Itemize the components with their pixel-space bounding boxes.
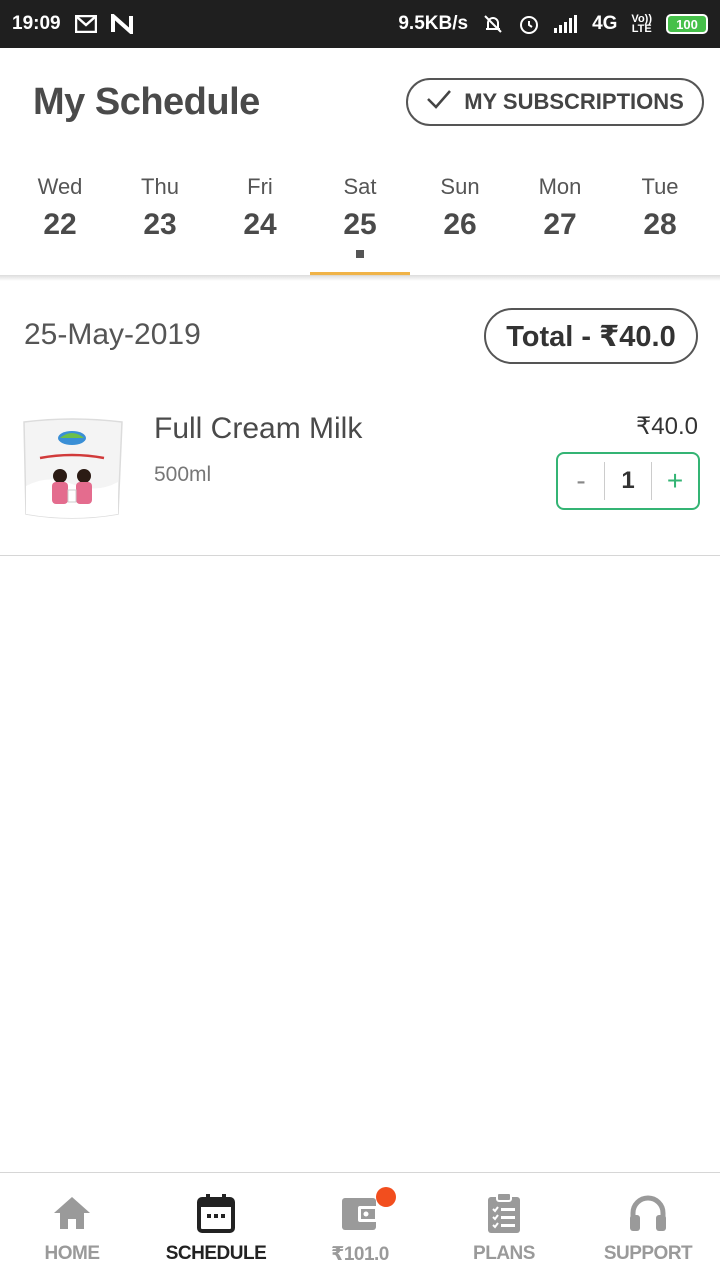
scheduled-indicator-dot (356, 250, 364, 258)
notification-badge (376, 1187, 396, 1207)
n-notification-icon (110, 14, 133, 34)
status-bar: 19:09 9.5KB/s 4G Vo)) LTE 100 (0, 0, 720, 48)
day-tab-weekday: Tue (641, 174, 679, 199)
day-tab-date: 28 (643, 208, 677, 241)
day-tab-weekday: Thu (141, 174, 179, 199)
calendar-icon (194, 1191, 238, 1235)
nav-plans[interactable]: PLANS (432, 1173, 576, 1280)
product-price: ₹40.0 (636, 413, 698, 440)
bottom-navigation: HOME SCHEDULE ₹101.0 PLANS SUPPORT (0, 1172, 720, 1280)
day-tab-tue[interactable]: Tue 28 (610, 158, 710, 276)
nav-schedule[interactable]: SCHEDULE (144, 1173, 288, 1280)
nav-plans-label: PLANS (473, 1243, 535, 1264)
product-row: Full Cream Milk 500ml ₹40.0 - 1 + (0, 390, 720, 556)
day-tab-date: 25 (343, 208, 377, 241)
schedule-date: 25-May-2019 (24, 318, 201, 351)
page-title: My Schedule (33, 81, 260, 123)
network-speed: 9.5KB/s (398, 13, 469, 34)
day-tab-sat[interactable]: Sat 25 (310, 158, 410, 276)
day-tab-mon[interactable]: Mon 27 (510, 158, 610, 276)
my-subscriptions-button[interactable]: MY SUBSCRIPTIONS (406, 78, 704, 126)
day-tab-fri[interactable]: Fri 24 (210, 158, 310, 276)
product-name: Full Cream Milk (154, 412, 363, 445)
day-tab-weekday: Sun (440, 174, 480, 199)
alarm-icon (518, 13, 540, 35)
checkmark-icon (426, 88, 452, 116)
network-type: 4G (592, 13, 618, 34)
increment-button[interactable]: + (652, 454, 698, 508)
headphones-icon (626, 1191, 670, 1235)
nav-wallet[interactable]: ₹101.0 (288, 1173, 432, 1280)
status-time: 19:09 (12, 13, 61, 34)
day-tab-thu[interactable]: Thu 23 (110, 158, 210, 276)
nav-support[interactable]: SUPPORT (576, 1173, 720, 1280)
home-icon (50, 1191, 94, 1235)
day-tab-weekday: Mon (538, 174, 582, 199)
day-tab-weekday: Fri (247, 174, 273, 199)
day-tab-date: 26 (443, 208, 477, 241)
my-subscriptions-label: MY SUBSCRIPTIONS (464, 89, 684, 114)
day-tab-weekday: Sat (343, 174, 377, 199)
mail-icon (74, 15, 97, 33)
milk-pouch-image (18, 416, 126, 524)
nav-home-label: HOME (44, 1243, 101, 1264)
day-tab-weekday: Wed (37, 174, 83, 199)
battery-icon: 100 (666, 14, 708, 34)
nav-schedule-label: SCHEDULE (165, 1243, 267, 1264)
clipboard-icon (482, 1191, 526, 1235)
day-tab-wed[interactable]: Wed 22 (10, 158, 110, 276)
mute-icon (482, 13, 504, 35)
volte-indicator: Vo)) LTE (631, 14, 652, 35)
volte-bottom: LTE (631, 23, 652, 35)
decrement-button[interactable]: - (558, 454, 604, 508)
day-tab-sun[interactable]: Sun 26 (410, 158, 510, 276)
nav-wallet-label: ₹101.0 (331, 1244, 389, 1265)
signal-icon (554, 15, 578, 33)
day-tab-date: 22 (43, 208, 77, 241)
product-volume: 500ml (154, 463, 212, 486)
total-badge: Total - ₹40.0 (484, 308, 698, 364)
quantity-stepper: - 1 + (556, 452, 700, 510)
page-header: My Schedule MY SUBSCRIPTIONS (0, 48, 720, 158)
day-selector-shadow (0, 275, 720, 281)
day-tab-date: 27 (543, 208, 577, 241)
quantity-value: 1 (604, 462, 652, 500)
day-tab-date: 23 (143, 208, 177, 241)
nav-support-label: SUPPORT (603, 1243, 693, 1264)
day-selector: Wed 22 Thu 23 Fri 24 Sat 25 Sun 26 Mon 27 Tue 28 (10, 158, 710, 276)
day-tab-date: 24 (243, 208, 277, 241)
nav-home[interactable]: HOME (0, 1173, 144, 1280)
